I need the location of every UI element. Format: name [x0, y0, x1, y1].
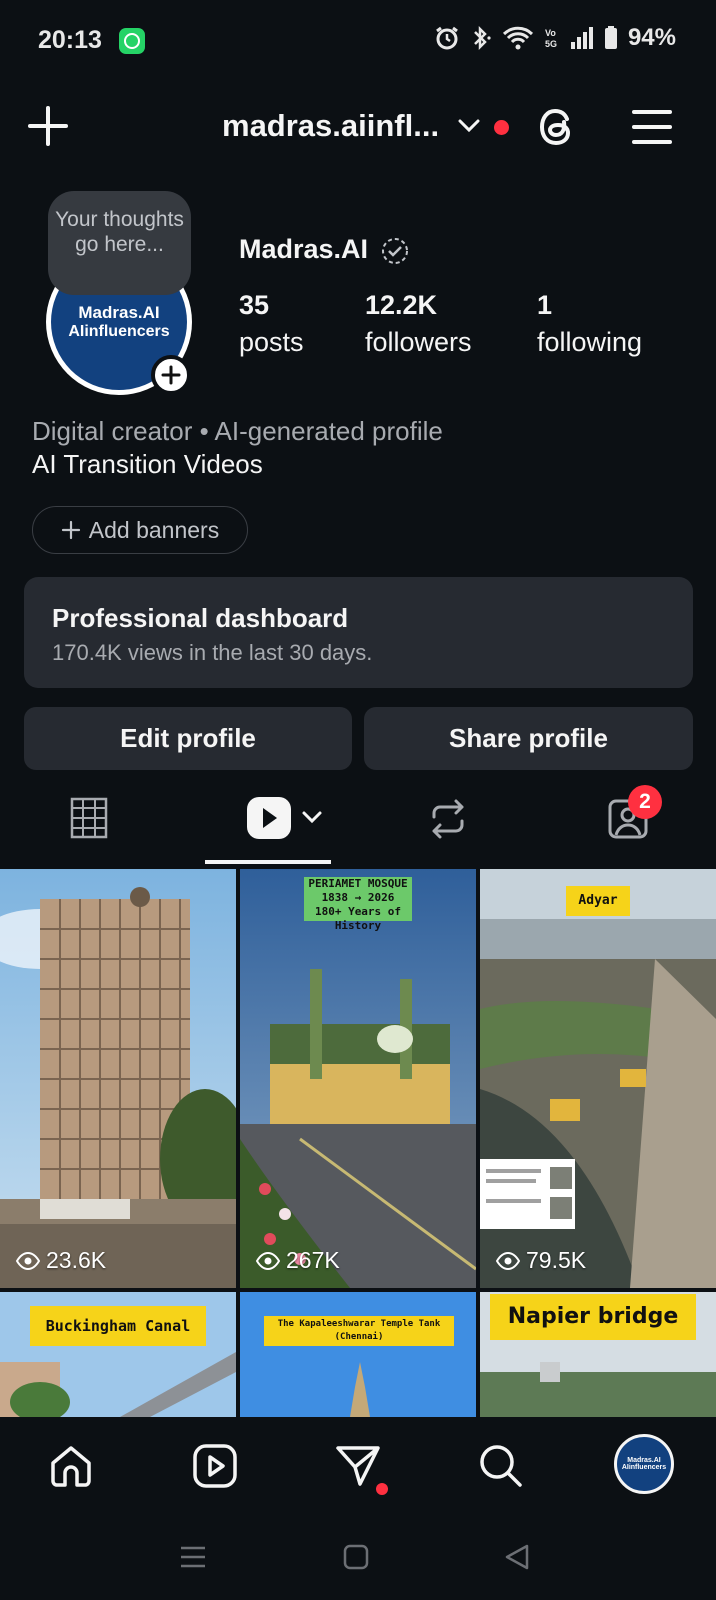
- direct-messages-icon[interactable]: [334, 1443, 382, 1494]
- dashboard-subtitle: 170.4K views in the last 30 days.: [52, 640, 373, 665]
- post-title-label: Adyar: [566, 886, 630, 916]
- grid-tab-icon[interactable]: [70, 797, 108, 844]
- reel-thumbnail[interactable]: Napier bridge: [480, 1292, 716, 1417]
- view-count-text: 23.6K: [46, 1247, 107, 1273]
- view-count: 79.5K: [496, 1247, 586, 1274]
- reel-thumbnail[interactable]: Buckingham Canal: [0, 1292, 236, 1417]
- volte-icon: Vo5G: [545, 28, 557, 49]
- bottom-navigation: Madras.AI AIinfluencers: [0, 1417, 716, 1521]
- followers-count: 12.2K: [365, 290, 438, 320]
- following-label: following: [537, 327, 643, 357]
- post-title-label: PERIAMET MOSQUE 1838 → 2026 180+ Years of …: [304, 877, 412, 932]
- reel-thumbnail[interactable]: PERIAMET MOSQUE 1838 → 2026 180+ Years of …: [240, 869, 476, 1288]
- view-count: 23.6K: [16, 1247, 106, 1274]
- reposts-tab-icon[interactable]: [428, 797, 468, 846]
- add-banners-label: Add banners: [88, 516, 220, 543]
- bluetooth-icon: [474, 25, 491, 51]
- following-stat[interactable]: 1 following: [537, 287, 642, 361]
- battery-icon: [604, 26, 617, 49]
- threads-icon[interactable]: [535, 104, 581, 150]
- create-plus-icon[interactable]: [26, 104, 70, 148]
- post-title-label: Napier bridge: [490, 1294, 696, 1340]
- profile-bio: AI Transition Videos: [32, 449, 263, 479]
- reels-icon[interactable]: [192, 1443, 238, 1494]
- status-time: 20:13: [38, 26, 102, 54]
- chevron-down-icon[interactable]: [457, 117, 481, 135]
- avatar-line1: Madras.AI: [78, 303, 160, 322]
- reels-grid: 23.6K PERIAMET MOSQUE 1838 → 2026 180+ Yea…: [0, 869, 716, 1417]
- posts-count: 35: [239, 290, 270, 320]
- dashboard-title: Professional dashboard: [52, 603, 349, 633]
- system-navigation-bar: [0, 1521, 716, 1600]
- posts-label: posts: [239, 327, 304, 357]
- share-profile-button[interactable]: Share profile: [364, 707, 693, 770]
- view-count-text: 267K: [286, 1247, 340, 1273]
- battery-percent: 94%: [627, 24, 676, 51]
- wifi-icon: [502, 26, 534, 50]
- reels-tab-icon[interactable]: [246, 796, 326, 845]
- reel-thumbnail[interactable]: 23.6K: [0, 869, 236, 1288]
- add-banners-button[interactable]: Add banners: [32, 506, 248, 554]
- status-icons: Vo 5G 94%: [434, 24, 676, 52]
- profile-nav-avatar[interactable]: Madras.AI AIinfluencers: [614, 1434, 674, 1494]
- nav-avatar-line2: AIinfluencers: [621, 1464, 667, 1471]
- eye-icon: [256, 1251, 280, 1270]
- thought-bubble[interactable]: Your thoughts go here...: [48, 191, 191, 295]
- view-count: 267K: [256, 1247, 340, 1274]
- following-count: 1: [537, 290, 553, 320]
- home-square-icon: [343, 1544, 369, 1570]
- eye-icon: [496, 1251, 520, 1270]
- recents-icon: [181, 1546, 205, 1568]
- plus-icon: [61, 520, 80, 540]
- avatar-line2: AIinfluencers: [68, 323, 170, 340]
- reel-thumbnail[interactable]: Adyar 79.5K: [480, 869, 716, 1288]
- reel-thumbnail[interactable]: The Kapaleeshwarar Temple Tank (Chennai): [240, 1292, 476, 1417]
- tagged-badge: 2: [628, 785, 662, 819]
- back-icon: [505, 1544, 529, 1570]
- view-count-text: 79.5K: [526, 1247, 587, 1273]
- search-icon[interactable]: [478, 1443, 524, 1494]
- messages-notification-dot: [376, 1483, 388, 1495]
- posts-stat[interactable]: 35 posts: [239, 287, 304, 361]
- nav-avatar-line1: Madras.AI: [627, 1457, 661, 1464]
- add-story-plus-icon[interactable]: [151, 355, 191, 395]
- notification-dot: [494, 120, 509, 135]
- post-title-label: Buckingham Canal: [30, 1306, 206, 1346]
- account-username[interactable]: madras.aiinfl...: [222, 108, 439, 144]
- profile-category: Digital creator • AI-generated profile: [32, 416, 443, 446]
- professional-dashboard[interactable]: Professional dashboard 170.4K views in t…: [24, 577, 693, 688]
- edit-profile-button[interactable]: Edit profile: [24, 707, 352, 770]
- alarm-icon: [436, 26, 458, 50]
- active-tab-indicator: [205, 860, 331, 864]
- home-icon[interactable]: [48, 1443, 94, 1494]
- post-title-label: The Kapaleeshwarar Temple Tank (Chennai): [264, 1316, 454, 1346]
- menu-icon[interactable]: [631, 108, 673, 146]
- followers-label: followers: [365, 327, 472, 357]
- verified-dashed-icon: [380, 236, 410, 266]
- eye-icon: [16, 1251, 40, 1270]
- whatsapp-icon: [119, 28, 145, 54]
- signal-icon: [570, 27, 593, 49]
- followers-stat[interactable]: 12.2K followers: [365, 287, 472, 361]
- svg-text:5G: 5G: [545, 39, 557, 49]
- svg-text:Vo: Vo: [545, 28, 556, 38]
- display-name: Madras.AI: [239, 234, 369, 264]
